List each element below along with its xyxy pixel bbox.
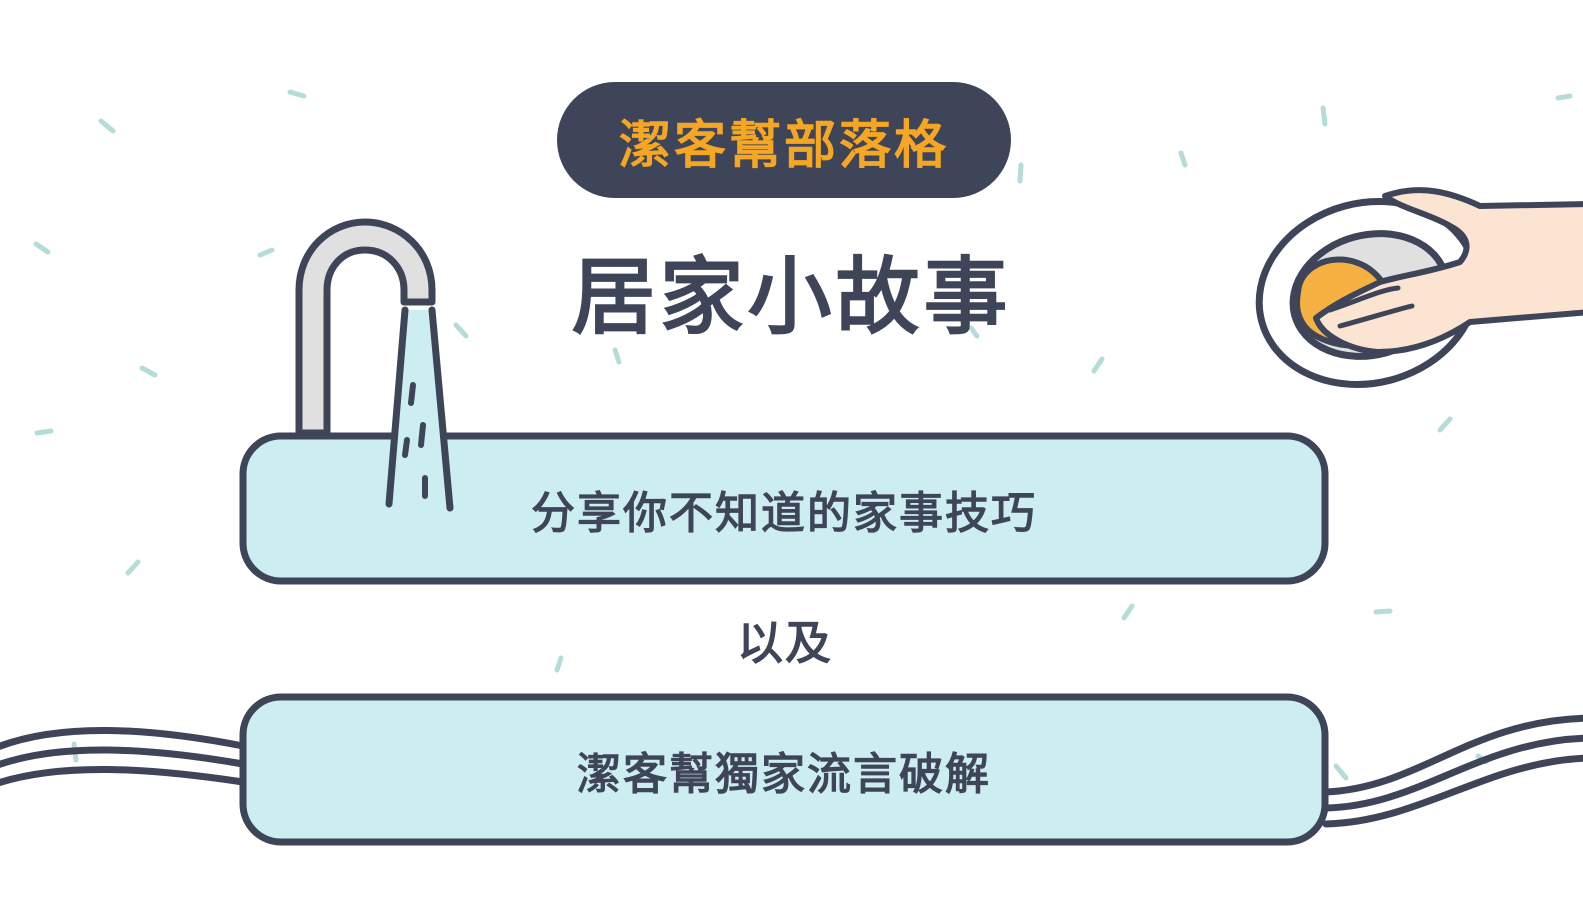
myth-box-label: 潔客幫獨家流言破解	[577, 748, 991, 800]
tips-box-label: 分享你不知道的家事技巧	[531, 487, 1037, 539]
blog-badge-label: 潔客幫部落格	[618, 115, 949, 176]
myth-box: 潔客幫獨家流言破解	[243, 697, 1325, 842]
page-title: 居家小故事	[571, 247, 1012, 346]
blog-badge: 潔客幫部落格	[557, 82, 1011, 198]
connector-text: 以及	[737, 616, 833, 670]
tips-box: 分享你不知道的家事技巧	[243, 436, 1325, 581]
